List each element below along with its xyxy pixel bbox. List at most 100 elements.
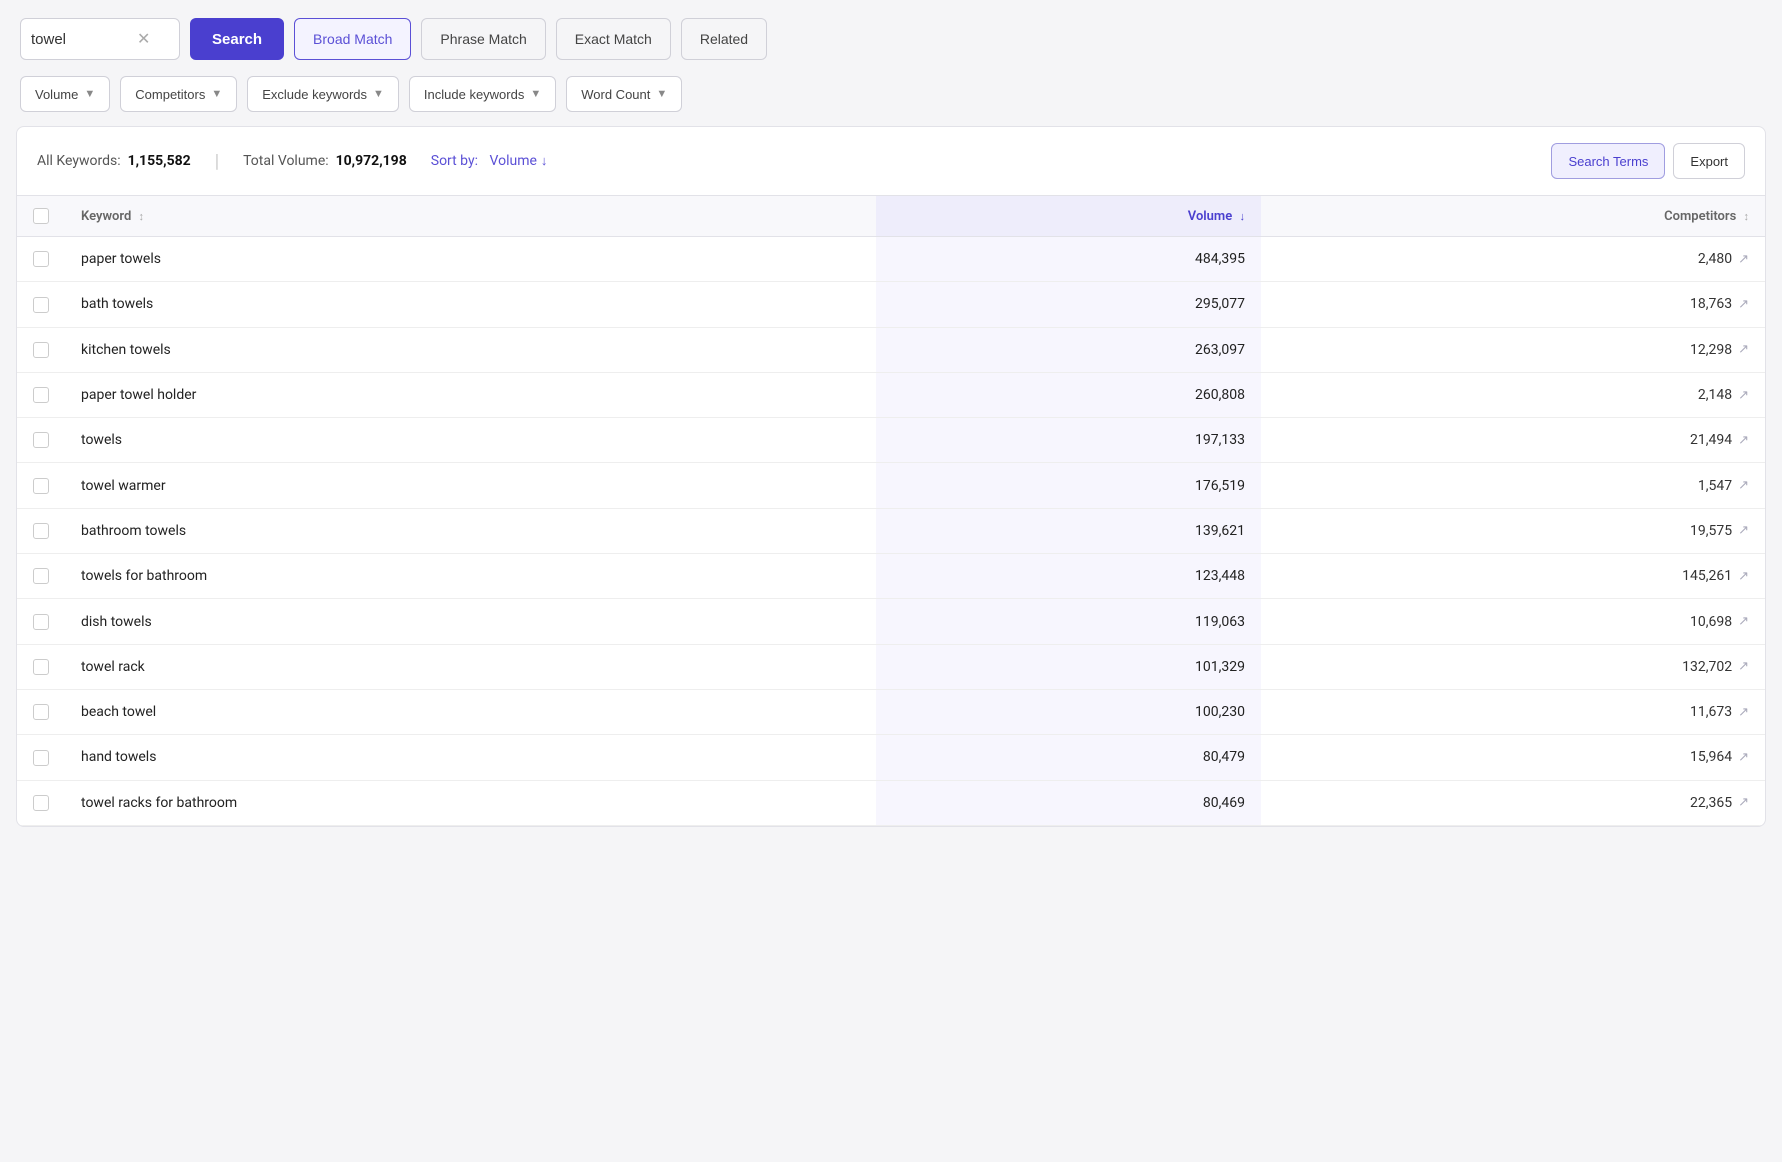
external-link-icon[interactable]: ↗ [1738,478,1749,493]
competitors-value: 145,261 [1682,568,1732,584]
keyword-cell: towel racks for bathroom [65,780,876,825]
external-link-icon[interactable]: ↗ [1738,342,1749,357]
competitors-col-label: Competitors [1664,209,1736,224]
external-link-icon[interactable]: ↗ [1738,569,1749,584]
external-link-icon[interactable]: ↗ [1738,705,1749,720]
header-competitors[interactable]: Competitors ↕ [1261,196,1765,237]
header-checkbox[interactable] [33,208,49,224]
keyword-sort-icon: ↕ [139,210,145,223]
row-checkbox-cell[interactable] [17,463,65,508]
word-count-filter-label: Word Count [581,87,650,102]
row-checkbox-cell[interactable] [17,689,65,734]
table-row: towel warmer 176,519 1,547 ↗ [17,463,1765,508]
external-link-icon[interactable]: ↗ [1738,523,1749,538]
row-checkbox-cell[interactable] [17,644,65,689]
word-count-filter[interactable]: Word Count ▼ [566,76,682,112]
competitors-cell: 1,547 ↗ [1261,463,1765,508]
row-checkbox-cell[interactable] [17,508,65,553]
table-row: beach towel 100,230 11,673 ↗ [17,689,1765,734]
row-checkbox-cell[interactable] [17,780,65,825]
include-chevron-icon: ▼ [530,88,541,100]
external-link-icon[interactable]: ↗ [1738,614,1749,629]
keyword-cell: hand towels [65,735,876,780]
competitors-filter[interactable]: Competitors ▼ [120,76,237,112]
keyword-cell: paper towel holder [65,372,876,417]
header-keyword[interactable]: Keyword ↕ [65,196,876,237]
volume-filter[interactable]: Volume ▼ [20,76,110,112]
row-checkbox[interactable] [33,659,49,675]
competitors-cell: 15,964 ↗ [1261,735,1765,780]
external-link-icon[interactable]: ↗ [1738,252,1749,267]
broad-match-button[interactable]: Broad Match [294,18,411,60]
keyword-cell: towel rack [65,644,876,689]
volume-filter-label: Volume [35,87,78,102]
external-link-icon[interactable]: ↗ [1738,388,1749,403]
external-link-icon[interactable]: ↗ [1738,795,1749,810]
filter-bar: Volume ▼ Competitors ▼ Exclude keywords … [0,72,1782,126]
sort-link[interactable]: Sort by: Volume ↓ [431,153,548,169]
total-volume-stat: Total Volume: 10,972,198 [243,153,407,169]
external-link-icon[interactable]: ↗ [1738,750,1749,765]
volume-cell: 100,230 [876,689,1261,734]
search-input[interactable]: towel [31,31,131,48]
row-checkbox-cell[interactable] [17,372,65,417]
row-checkbox[interactable] [33,568,49,584]
volume-sort-icon: ↓ [1239,210,1245,223]
row-checkbox[interactable] [33,614,49,630]
row-checkbox[interactable] [33,795,49,811]
row-checkbox-cell[interactable] [17,237,65,282]
row-checkbox-cell[interactable] [17,282,65,327]
competitors-value: 12,298 [1690,342,1732,358]
external-link-icon[interactable]: ↗ [1738,433,1749,448]
export-button[interactable]: Export [1673,143,1745,179]
table-row: dish towels 119,063 10,698 ↗ [17,599,1765,644]
row-checkbox[interactable] [33,704,49,720]
external-link-icon[interactable]: ↗ [1738,297,1749,312]
keyword-cell: towels [65,418,876,463]
all-keywords-stat: All Keywords: 1,155,582 [37,153,191,169]
exclude-chevron-icon: ▼ [373,88,384,100]
row-checkbox[interactable] [33,342,49,358]
keyword-cell: bathroom towels [65,508,876,553]
volume-cell: 123,448 [876,554,1261,599]
row-checkbox-cell[interactable] [17,554,65,599]
row-checkbox-cell[interactable] [17,599,65,644]
competitors-value: 132,702 [1682,659,1732,675]
row-checkbox[interactable] [33,478,49,494]
search-box[interactable]: towel ✕ [20,18,180,60]
row-checkbox-cell[interactable] [17,418,65,463]
competitors-cell: 10,698 ↗ [1261,599,1765,644]
volume-cell: 101,329 [876,644,1261,689]
search-button[interactable]: Search [190,18,284,60]
header-volume[interactable]: Volume ↓ [876,196,1261,237]
competitors-cell: 11,673 ↗ [1261,689,1765,734]
row-checkbox[interactable] [33,432,49,448]
row-checkbox-cell[interactable] [17,735,65,780]
row-checkbox[interactable] [33,523,49,539]
table-header-row: Keyword ↕ Volume ↓ Competitors ↕ [17,196,1765,237]
search-terms-button[interactable]: Search Terms [1551,143,1665,179]
competitors-value: 15,964 [1690,749,1732,765]
competitors-cell: 18,763 ↗ [1261,282,1765,327]
volume-cell: 80,469 [876,780,1261,825]
external-link-icon[interactable]: ↗ [1738,659,1749,674]
exclude-keywords-filter[interactable]: Exclude keywords ▼ [247,76,399,112]
related-button[interactable]: Related [681,18,767,60]
table-row: towels 197,133 21,494 ↗ [17,418,1765,463]
keyword-col-label: Keyword [81,209,131,224]
all-keywords-count: 1,155,582 [128,153,191,169]
exact-match-button[interactable]: Exact Match [556,18,671,60]
competitors-value: 11,673 [1690,704,1732,720]
header-checkbox-col[interactable] [17,196,65,237]
row-checkbox[interactable] [33,297,49,313]
row-checkbox-cell[interactable] [17,327,65,372]
row-checkbox[interactable] [33,750,49,766]
row-checkbox[interactable] [33,251,49,267]
top-bar: towel ✕ Search Broad Match Phrase Match … [0,0,1782,72]
row-checkbox[interactable] [33,387,49,403]
include-keywords-filter[interactable]: Include keywords ▼ [409,76,556,112]
phrase-match-button[interactable]: Phrase Match [421,18,545,60]
table-row: towel rack 101,329 132,702 ↗ [17,644,1765,689]
clear-icon[interactable]: ✕ [137,31,150,47]
competitors-cell: 2,148 ↗ [1261,372,1765,417]
